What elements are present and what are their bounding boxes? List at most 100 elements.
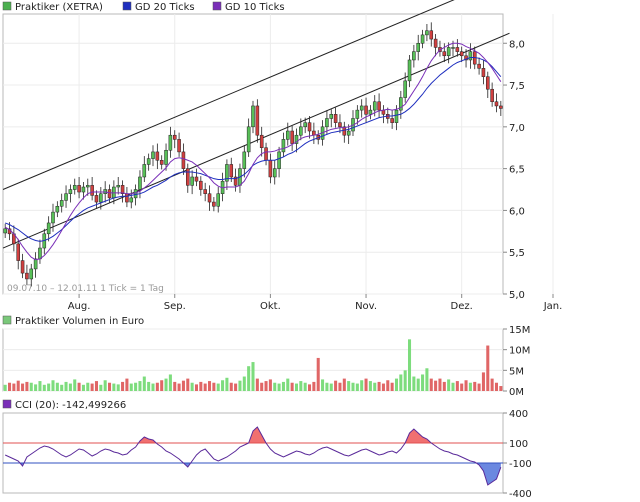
volume-bar [212, 382, 216, 391]
candle-body [142, 164, 147, 178]
volume-bar [373, 382, 377, 391]
candle-body [55, 205, 60, 213]
volume-bar [351, 382, 355, 391]
candle-body [425, 30, 429, 36]
volume-bar [473, 381, 477, 391]
candle-body [203, 189, 207, 194]
candle-body [25, 272, 29, 280]
volume-bar [16, 380, 20, 391]
volume-bar [3, 384, 7, 391]
volume-bar [434, 380, 438, 391]
candle-body [159, 160, 164, 165]
volume-bar [12, 383, 16, 391]
candle-body [29, 268, 34, 280]
range-note: 09.07.10 – 12.01.11 1 Tick = 1 Tag [7, 284, 164, 294]
candle-body [272, 168, 277, 178]
x-tick-label: Aug. [68, 301, 91, 312]
cci-ytick-label: 400 [509, 409, 528, 420]
volume-bar [447, 379, 451, 391]
volume-bar [299, 381, 303, 391]
candle-body [64, 193, 68, 201]
price-ytick-label: 6,0 [509, 206, 525, 217]
volume-bar [464, 380, 468, 391]
candle-body [468, 51, 473, 61]
volume-bar [394, 378, 398, 391]
volume-bar [238, 380, 242, 391]
volume-legend-swatch [2, 315, 12, 325]
volume-bar [125, 378, 129, 391]
candle-body [255, 105, 260, 136]
candle-body [268, 160, 273, 178]
candle-body [199, 180, 203, 190]
x-tick-label: Dez. [451, 301, 473, 312]
candle-body [138, 176, 142, 190]
cci-title: CCI (20): -142,499266 [15, 400, 126, 411]
volume-bar [273, 382, 277, 391]
candle-body [329, 114, 334, 119]
candle-body [338, 122, 342, 128]
volume-bar [468, 382, 472, 391]
candle-body [251, 105, 255, 128]
volume-bar [403, 370, 407, 391]
candle-body [286, 130, 290, 140]
candle-body [459, 51, 464, 57]
candle-body [264, 147, 268, 161]
volume-bar [181, 380, 185, 391]
volume-bar [225, 377, 229, 391]
candle-body [307, 122, 312, 132]
candle-body [477, 63, 481, 69]
candle-body [499, 105, 503, 109]
volume-bar [399, 374, 403, 391]
volume-bar [194, 384, 198, 391]
candle-body [390, 118, 394, 123]
volume-bar [86, 382, 90, 391]
volume-ytick-label: 0M [509, 387, 524, 398]
candle-body [81, 186, 86, 193]
volume-bar [21, 383, 25, 391]
volume-bar [260, 382, 264, 391]
volume-bar [460, 383, 464, 391]
volume-bar [90, 383, 94, 391]
candle-body [429, 30, 434, 40]
price-ytick-label: 6,5 [509, 165, 525, 176]
volume-bar [242, 376, 246, 391]
candle-body [359, 105, 364, 111]
candle-body [146, 158, 151, 165]
candle-body [116, 185, 120, 188]
volume-bar [364, 378, 368, 391]
legend-label-2: GD 20 Ticks [135, 2, 195, 13]
candle-body [494, 101, 499, 107]
volume-bar [77, 382, 81, 391]
volume-bar [303, 382, 307, 391]
volume-bar [68, 383, 72, 391]
candle-body [164, 149, 168, 165]
candle-body [59, 200, 64, 207]
candle-body [168, 134, 173, 151]
x-tick-label: Jan. [543, 301, 563, 312]
volume-bar [412, 376, 416, 391]
candle-body [333, 114, 338, 123]
candle-body [281, 139, 286, 153]
volume-bar [129, 383, 133, 391]
volume-bar [316, 357, 320, 391]
volume-bar [338, 382, 342, 391]
candle-body [190, 176, 194, 186]
volume-bar [8, 382, 12, 391]
volume-bar [42, 384, 46, 391]
volume-ytick-label: 5M [509, 366, 524, 377]
volume-bar [381, 383, 385, 391]
price-ytick-label: 7,0 [509, 123, 525, 134]
volume-bar [221, 380, 225, 391]
candle-body [207, 193, 212, 203]
candle-body [303, 122, 307, 128]
volume-bar [342, 378, 346, 391]
candle-body [407, 59, 412, 82]
volume-bar [451, 382, 455, 391]
volume-bar [442, 381, 446, 391]
candle-body [212, 201, 216, 207]
volume-bar [268, 379, 272, 391]
volume-bar [494, 382, 498, 391]
legend-swatch-3 [212, 1, 222, 11]
candle-body [38, 247, 42, 260]
volume-bar [199, 381, 203, 391]
